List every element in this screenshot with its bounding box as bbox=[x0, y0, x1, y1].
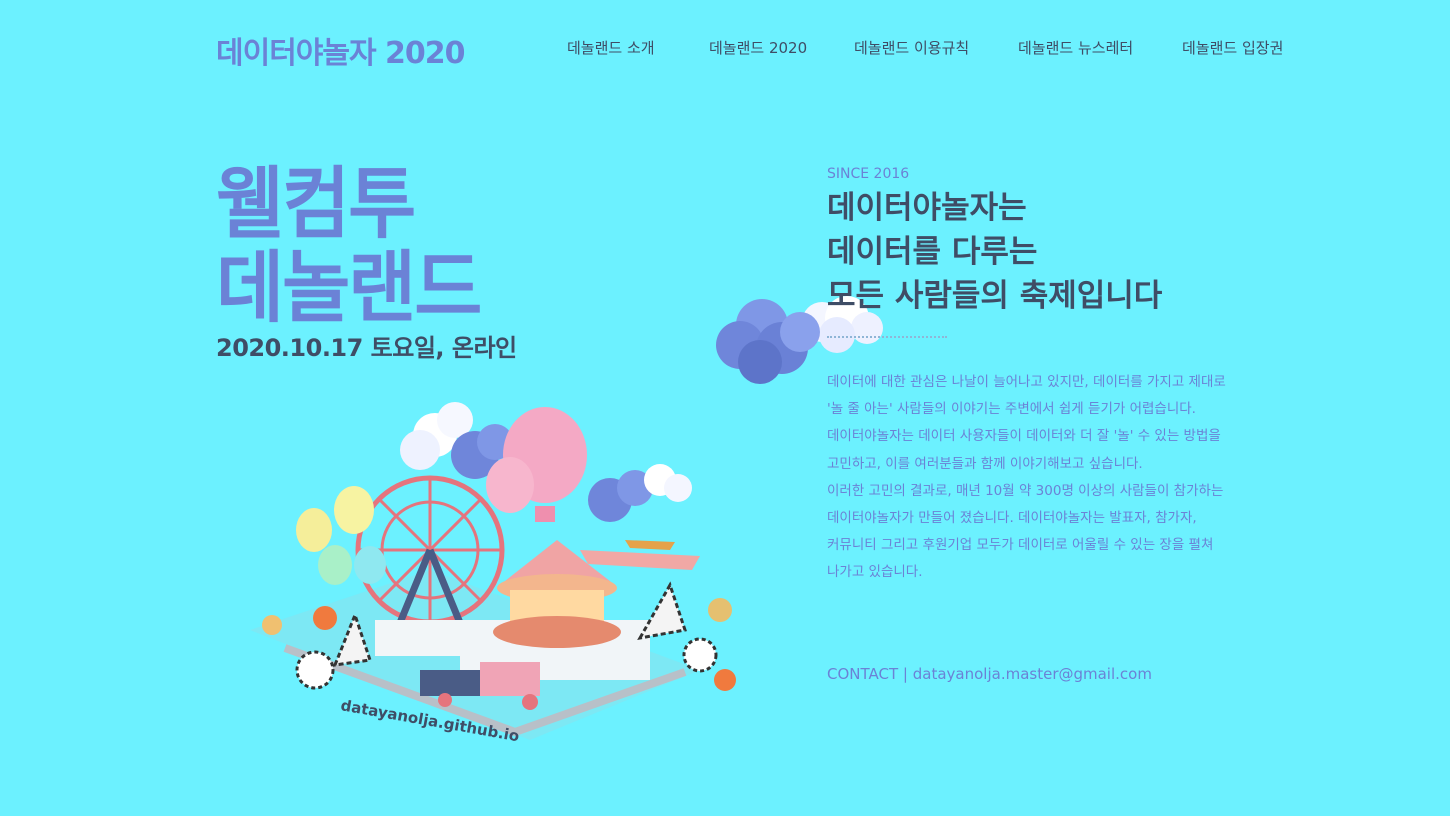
contact-info: CONTACT | datayanolja.master@gmail.com bbox=[827, 665, 1152, 683]
nav-item-rules[interactable]: 데놀랜드 이용규칙 bbox=[854, 37, 969, 58]
main-nav: 데놀랜드 소개 데놀랜드 2020 데놀랜드 이용규칙 데놀랜드 뉴스레터 데놀… bbox=[0, 37, 1450, 61]
description-line: 데이터에 대한 관심은 나날이 늘어나고 있지만, 데이터를 가지고 제대로 bbox=[827, 374, 1226, 390]
headline-line: 모든 사람들의 축제입니다 bbox=[827, 278, 1163, 314]
airplane bbox=[580, 540, 700, 570]
nav-item-tickets[interactable]: 데놀랜드 입장권 bbox=[1182, 37, 1283, 58]
description-line: '놀 줄 아는' 사람들의 이야기는 주변에서 쉽게 듣기가 어렵습니다. bbox=[827, 401, 1196, 418]
headline: 데이터야놀자는 데이터를 다루는 모든 사람들의 축제입니다 bbox=[827, 186, 1162, 318]
description-line: 고민하고, 이를 여러분들과 함께 이야기해보고 싶습니다. bbox=[827, 455, 1143, 472]
amusement-park-illustration: datayanolja.github.io bbox=[250, 402, 736, 745]
hot-air-balloons bbox=[486, 407, 587, 522]
description: 데이터에 대한 관심은 나날이 늘어나고 있지만, 데이터를 가지고 제대로 '… bbox=[827, 369, 1227, 587]
nav-item-newsletter[interactable]: 데놀랜드 뉴스레터 bbox=[1018, 37, 1133, 58]
headline-line: 데이터야놀자는 bbox=[827, 190, 1027, 226]
event-date: 2020.10.17 토요일, 온라인 bbox=[216, 334, 517, 362]
nav-item-intro[interactable]: 데놀랜드 소개 bbox=[567, 37, 655, 58]
hero-title-line2: 데놀랜드 bbox=[216, 242, 482, 334]
headline-line: 데이터를 다루는 bbox=[827, 234, 1038, 270]
description-line: 데이터야놀자는 데이터 사용자들이 데이터와 더 잘 '놀' 수 있는 방법을 bbox=[827, 428, 1221, 445]
hero-title: 웰컴투 데놀랜드 bbox=[216, 158, 482, 332]
hero-title-line1: 웰컴투 bbox=[216, 158, 416, 250]
description-line: 이러한 고민의 결과로, 매년 10월 약 300명 이상의 사람들이 참가하는 bbox=[827, 482, 1224, 499]
description-line: 데이터야놀자가 만들어 졌습니다. 데이터야놀자는 발표자, 참가자, bbox=[827, 510, 1197, 527]
description-line: 나가고 있습니다. bbox=[827, 564, 923, 581]
bottom-edge bbox=[0, 816, 1450, 820]
nav-item-2020[interactable]: 데놀랜드 2020 bbox=[709, 37, 807, 58]
blue-cloud bbox=[716, 299, 820, 384]
since-label: SINCE 2016 bbox=[827, 166, 910, 182]
dotted-divider bbox=[827, 336, 947, 338]
contact-email-link[interactable]: datayanolja.master@gmail.com bbox=[913, 665, 1152, 683]
description-line: 커뮤니티 그리고 후원기업 모두가 데이터로 어울릴 수 있는 장을 펼쳐 bbox=[827, 537, 1214, 554]
contact-label: CONTACT | bbox=[827, 665, 908, 683]
